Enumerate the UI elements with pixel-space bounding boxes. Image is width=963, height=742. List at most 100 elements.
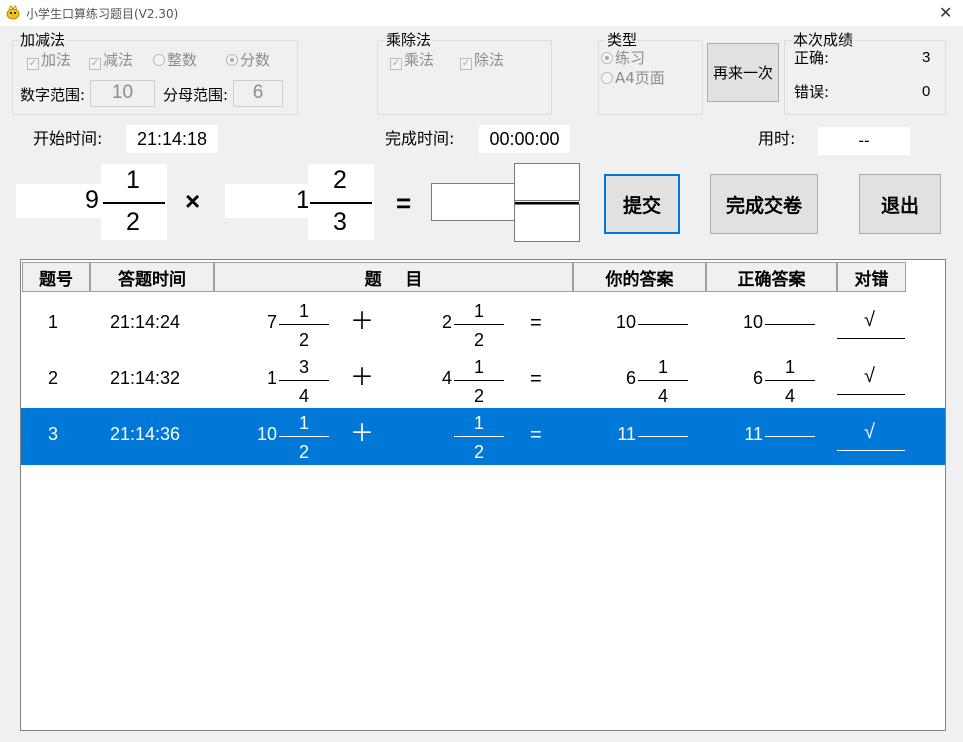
mul-checkbox[interactable]: ✓ 乘法 [390,51,434,70]
header-no[interactable]: 题号 [22,262,90,292]
your-answer-whole: 11 [617,424,636,444]
fraction-radio[interactable]: 分数 [226,51,270,69]
header-your-answer[interactable]: 你的答案 [573,262,706,292]
operator-sign: × [185,186,201,216]
row-number: 2 [48,368,59,388]
start-label: 开始时间: [33,129,103,148]
a4-radio[interactable]: A4页面 [601,69,665,87]
correct-answer-numerator: 1 [785,357,796,377]
operand-b-denominator: 3 [333,208,347,236]
operand-a-fraction-bar [103,202,165,204]
correct-label: 正确: [794,49,830,67]
result-mark: √ [864,365,875,387]
correct-answer-denominator: 4 [785,386,796,406]
radio-selected-icon [226,54,238,66]
type-legend: 类型 [606,31,639,49]
operand-a-whole: 1 [266,368,277,388]
operand-b-fraction-bar [310,202,372,204]
submit-button[interactable]: 提交 [604,174,680,234]
row-number: 1 [48,312,59,332]
plus-sign: ＋ [350,364,374,391]
finish-button[interactable]: 完成交卷 [710,174,818,234]
radio-selected-icon [601,52,613,64]
operand-b-denominator: 2 [474,386,485,406]
sub-checkbox[interactable]: ✓ 减法 [89,51,133,70]
header-question[interactable]: 题 目 [214,262,573,292]
plus-sign: ＋ [350,420,374,447]
start-time: 21:14:18 [126,125,218,153]
close-icon[interactable]: ✕ [939,3,952,22]
integer-radio[interactable]: 整数 [153,51,197,69]
result-underline [837,338,905,339]
answer-numerator-input[interactable] [514,163,580,201]
header-correct-answer[interactable]: 正确答案 [706,262,837,292]
your-answer-fraction-bar [638,380,688,381]
operand-b-numerator: 1 [474,357,485,377]
equals-sign: = [396,188,412,218]
correct-answer-whole: 6 [752,368,763,388]
your-answer-fraction-bar [638,324,688,325]
add-checkbox[interactable]: ✓ 加法 [27,51,71,70]
range-label: 数字范围: [20,86,86,104]
your-answer-denominator: 4 [658,386,669,406]
operand-a-numerator: 3 [299,357,310,377]
div-label: 除法 [474,51,505,69]
again-label: 再来一次 [712,64,773,82]
again-button[interactable]: 再来一次 [707,43,779,102]
operand-b-whole: 2 [441,312,452,332]
title-bar: 小学生口算练习题目(V2.30) ✕ [0,0,963,26]
operand-a-denominator: 2 [299,442,310,462]
integer-label: 整数 [167,51,198,69]
submit-label: 提交 [622,194,661,217]
operand-b-denominator: 2 [474,330,485,350]
answer-denominator-input[interactable] [514,204,580,242]
sub-label: 减法 [103,51,134,69]
muldiv-legend: 乘除法 [385,31,433,49]
operand-a-numerator: 1 [299,413,310,433]
row-time: 21:14:32 [110,368,181,388]
finish-label: 完成交卷 [725,194,802,217]
practice-radio[interactable]: 练习 [601,49,645,67]
your-answer-whole: 10 [615,312,636,332]
wrong-label: 错误: [794,83,830,101]
correct-answer-whole: 11 [744,424,763,444]
operand-b-numerator: 2 [333,166,347,194]
correct-value: 3 [922,49,931,66]
row-time: 21:14:24 [110,312,181,332]
operand-a-numerator: 1 [126,166,140,194]
answer-whole-input[interactable] [431,183,515,221]
correct-answer-whole: 10 [742,312,763,332]
window-title: 小学生口算练习题目(V2.30) [26,7,179,21]
your-answer-numerator: 1 [658,357,669,377]
operand-b-fraction-bar [454,436,504,437]
finish-label: 完成时间: [385,129,455,148]
div-checkbox[interactable]: ✓ 除法 [460,51,504,70]
plus-sign: ＋ [350,308,374,335]
result-underline [837,450,905,451]
row-equals: = [530,424,542,446]
a4-label: A4页面 [615,69,665,87]
operand-b-denominator: 2 [474,442,485,462]
operand-a-denominator: 2 [299,330,310,350]
fraction-label: 分数 [240,51,271,69]
check-icon: ✓ [390,58,402,70]
score-legend: 本次成绩 [792,31,855,49]
result-mark: √ [864,309,875,331]
operand-b-fraction-bar [454,380,504,381]
check-icon: ✓ [27,58,39,70]
your-answer-fraction-bar [638,436,688,437]
exit-button[interactable]: 退出 [859,174,941,234]
practice-label: 练习 [615,49,646,67]
range-input[interactable]: 10 [90,80,155,107]
wrong-value: 0 [922,83,931,100]
mul-label: 乘法 [404,51,435,69]
header-time[interactable]: 答题时间 [90,262,214,292]
radio-icon [601,72,613,84]
operand-a-whole: 10 [256,424,277,444]
denom-input[interactable]: 6 [233,80,283,107]
correct-answer-fraction-bar [765,436,815,437]
operand-b-numerator: 1 [474,413,485,433]
result-mark: √ [864,421,875,443]
header-result[interactable]: 对错 [837,262,906,292]
radio-icon [153,54,165,66]
